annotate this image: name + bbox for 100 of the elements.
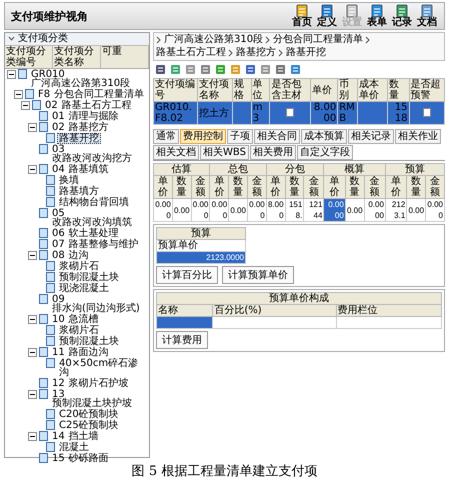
table-cell: 1518 [387,102,410,124]
breadcrumb-item[interactable]: 广河高速公路第310段 [164,34,264,46]
document-icon[interactable] [275,64,286,75]
tree-item[interactable]: 换填 [57,175,81,186]
tab[interactable]: 成本预算 [301,129,347,144]
breadcrumb-item[interactable]: 分包合同工程量清单 [273,34,364,46]
table-cell: 0.00 [228,198,248,222]
collapse-icon[interactable] [28,165,37,174]
tree-item[interactable]: C20砼预制块 [57,409,121,420]
column-group-header: 总包 [210,164,266,176]
collapse-icon[interactable] [28,348,37,357]
toolbar-button[interactable]: 首页 [291,4,313,28]
toolbar-button[interactable]: 表单 [366,4,388,28]
calculate-button[interactable]: 计算预算单价 [222,266,294,284]
node-icon [39,164,48,174]
tree-item[interactable]: 11 路面边沟 [50,347,111,358]
calculate-button[interactable]: 计算百分比 [156,266,218,284]
node-icon [46,261,55,271]
tree-item[interactable]: 04 路基填筑 [50,164,111,175]
node-icon [39,453,48,463]
node-icon [46,336,55,346]
tree-item[interactable]: 预制混凝土块 [57,272,121,283]
tab[interactable]: 相关作业 [395,129,441,144]
node-icon [46,197,55,207]
column-header: 单价 [385,176,407,198]
collapse-icon[interactable] [14,90,23,99]
tree-item[interactable]: 07 路基整修与维护 [50,239,141,250]
tree-item[interactable]: 06 软土基处理 [50,228,121,239]
tree-item[interactable]: C25砼预制块 [57,420,121,431]
tree-item[interactable]: 03 改路改河改沟挖方 [50,144,149,164]
tree-item[interactable]: 01 清理与掘除 [50,111,121,122]
node-icon [46,175,55,185]
toolbar-button[interactable]: 文档 [416,4,438,28]
collapse-icon[interactable] [28,432,37,441]
tree-item[interactable]: 预制混凝土块 [57,336,121,347]
column-header: 是否超预警 [409,78,444,102]
toolbar-button[interactable]: 记录 [391,4,413,28]
collapse-icon[interactable] [21,101,30,110]
tree-item[interactable]: GR010 广河高速公路第310段 [29,69,149,89]
tree-item[interactable]: 浆砌片石 [57,325,101,336]
tab[interactable]: 相关合同 [254,129,300,144]
column-header: 币别 [338,78,358,102]
tab[interactable]: 相关记录 [348,129,394,144]
node-icon [39,314,48,324]
tab[interactable]: 相关费用 [250,145,296,160]
tree-item[interactable]: 混凝土 [57,442,91,453]
breadcrumb-item[interactable]: 路基土石方工程 [156,47,226,59]
collapse-icon[interactable] [28,390,37,399]
table-cell: 8.000 [266,198,286,222]
tab[interactable]: 通常 [153,129,179,144]
selected-table-cell[interactable] [156,316,213,328]
tree-item[interactable]: 15 砂砾路面 [50,453,111,464]
breadcrumb-separator-icon [365,36,372,44]
panel-title: 支付项分类 [18,33,68,45]
tab[interactable]: 相关WBS [200,145,249,160]
column-header: 单价 [310,78,338,102]
tab[interactable]: 自定义字段 [296,145,353,160]
collapse-icon[interactable] [28,251,37,260]
node-icon [18,69,27,79]
tree-item[interactable]: 02 路基挖方 [50,122,111,133]
tree-item[interactable]: F8 分包合同工程量清单 [36,89,146,100]
table-cell: 2123.0000 [156,252,246,264]
tree-item[interactable]: 路基填方 [57,186,101,197]
breadcrumb-item[interactable]: 路基开挖 [286,47,326,59]
tree-item[interactable]: 40×50cm碎石渗沟 [57,358,149,378]
breadcrumb-item[interactable]: 路基挖方 [236,47,276,59]
table-cell: RMB [338,102,358,124]
toolbar-button[interactable]: 定义 [316,4,338,28]
tree-item[interactable]: 结构物台背回填 [57,197,131,208]
table-cell: 0.00 [345,198,364,222]
collapse-icon[interactable] [7,70,16,79]
tree-item[interactable]: 14 挡土墙 [50,431,101,442]
column-header: 金额 [304,176,324,198]
tree-item[interactable]: 13 预制混凝土块护坡 [50,389,149,409]
column-header: 数量 [172,176,192,198]
chevron-down-icon[interactable] [8,36,15,42]
view-title: 支付项维护视角 [11,8,88,24]
tree-item[interactable]: 08 边沟 [50,250,91,261]
column-header: 名称 [156,304,213,316]
tree-item[interactable]: 10 急流槽 [50,314,101,325]
tree-item[interactable]: 路基开挖 [57,133,101,144]
column-header: 支付项分类编号 [5,46,53,68]
collapse-icon[interactable] [28,315,37,324]
tree-item[interactable]: 09 排水沟(同边沟形式) [50,294,149,314]
calculate-button[interactable]: 计算费用 [156,331,208,349]
column-header: 支付项编号 [154,78,198,102]
table-cell: 0.0000 [324,198,346,222]
tree-item[interactable]: 12 浆砌片石护坡 [50,378,131,389]
collapse-icon[interactable] [28,123,37,132]
checkbox[interactable] [422,108,431,118]
checkbox[interactable] [286,108,294,118]
tree-item[interactable]: 现浇混凝土 [57,283,111,294]
tree-item[interactable]: 05 改路改河改沟填筑 [50,208,149,228]
chevron-icon [156,36,162,44]
tab[interactable]: 子项 [227,129,253,144]
tree-item[interactable]: 浆砌片石 [57,261,101,272]
tab[interactable]: 相关文档 [153,145,199,160]
tree-item[interactable]: 02 路基土石方工程 [43,100,134,111]
tab[interactable]: 费用控制 [180,129,226,144]
table-cell: 挖土方 [197,102,233,124]
